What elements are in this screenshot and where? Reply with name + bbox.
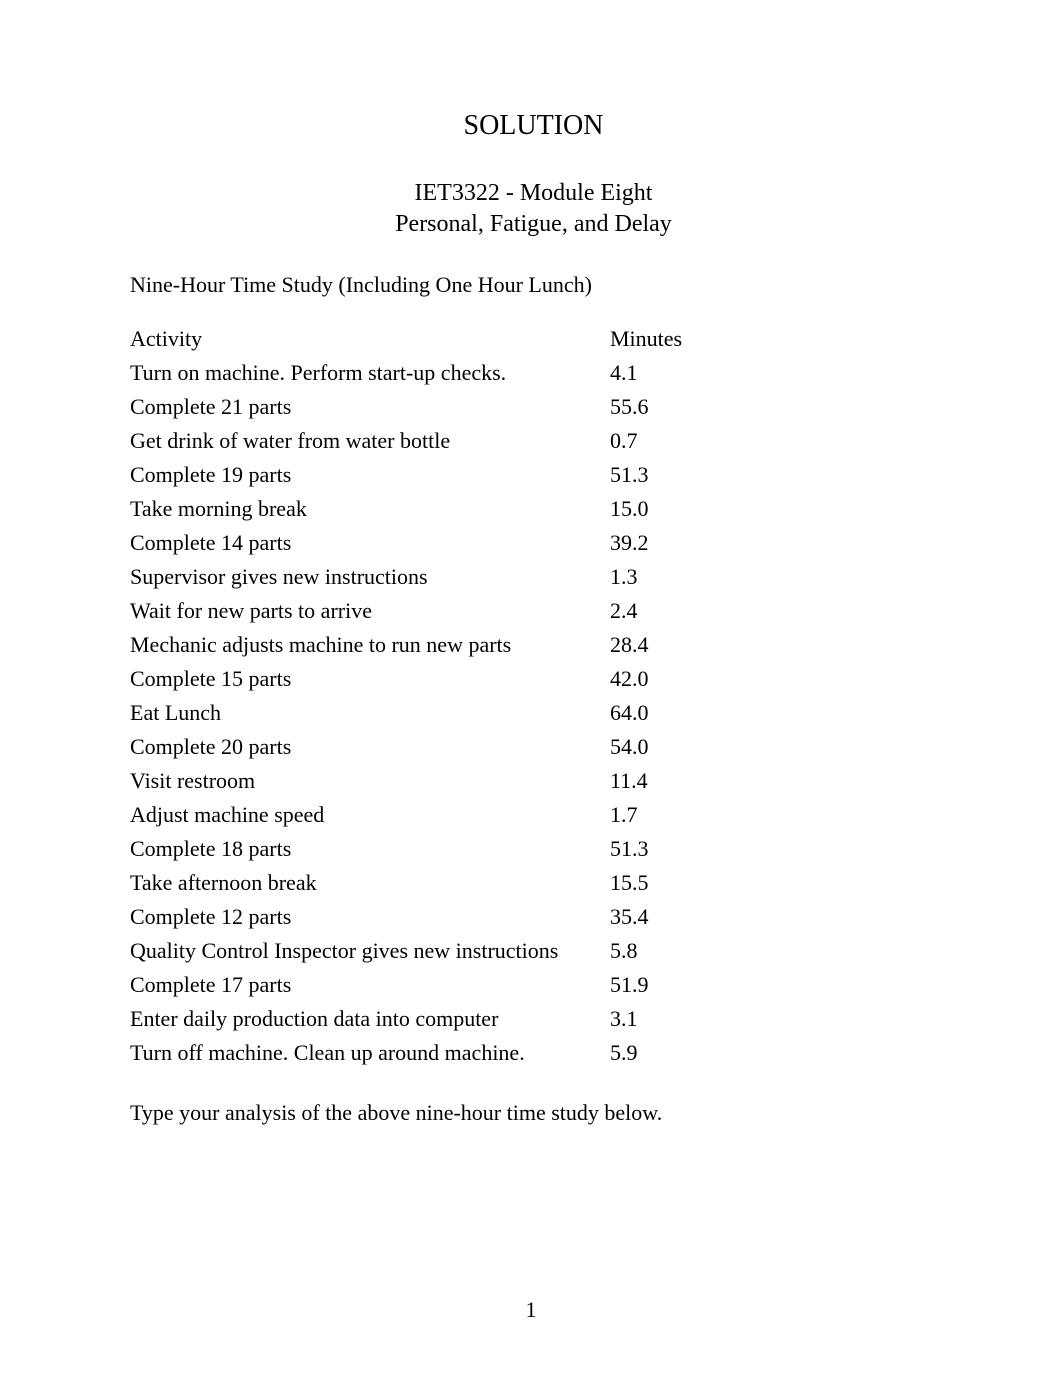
- activity-cell: Turn off machine. Clean up around machin…: [130, 1036, 610, 1070]
- activity-cell: Wait for new parts to arrive: [130, 594, 610, 628]
- minutes-cell: 15.0: [610, 492, 696, 526]
- table-row: Take morning break15.0: [130, 492, 696, 526]
- header-activity: Activity: [130, 322, 610, 356]
- activity-cell: Supervisor gives new instructions: [130, 560, 610, 594]
- activity-cell: Complete 18 parts: [130, 832, 610, 866]
- minutes-cell: 4.1: [610, 356, 696, 390]
- table-row: Quality Control Inspector gives new inst…: [130, 934, 696, 968]
- activity-cell: Complete 17 parts: [130, 968, 610, 1002]
- activity-cell: Complete 19 parts: [130, 458, 610, 492]
- table-row: Complete 21 parts55.6: [130, 390, 696, 424]
- table-row: Eat Lunch64.0: [130, 696, 696, 730]
- table-row: Complete 12 parts35.4: [130, 900, 696, 934]
- course-line: IET3322 - Module Eight: [130, 178, 937, 209]
- minutes-cell: 11.4: [610, 764, 696, 798]
- activity-cell: Mechanic adjusts machine to run new part…: [130, 628, 610, 662]
- minutes-cell: 64.0: [610, 696, 696, 730]
- activity-cell: Take afternoon break: [130, 866, 610, 900]
- minutes-cell: 15.5: [610, 866, 696, 900]
- header-minutes: Minutes: [610, 322, 696, 356]
- table-row: Visit restroom11.4: [130, 764, 696, 798]
- minutes-cell: 54.0: [610, 730, 696, 764]
- minutes-cell: 42.0: [610, 662, 696, 696]
- table-header-row: Activity Minutes: [130, 322, 696, 356]
- table-row: Complete 15 parts42.0: [130, 662, 696, 696]
- table-row: Mechanic adjusts machine to run new part…: [130, 628, 696, 662]
- minutes-cell: 39.2: [610, 526, 696, 560]
- minutes-cell: 51.3: [610, 832, 696, 866]
- table-row: Turn off machine. Clean up around machin…: [130, 1036, 696, 1070]
- minutes-cell: 0.7: [610, 424, 696, 458]
- table-row: Complete 18 parts51.3: [130, 832, 696, 866]
- activity-cell: Enter daily production data into compute…: [130, 1002, 610, 1036]
- solution-title: SOLUTION: [130, 110, 937, 142]
- table-row: Complete 17 parts51.9: [130, 968, 696, 1002]
- table-row: Take afternoon break15.5: [130, 866, 696, 900]
- instruction-text: Type your analysis of the above nine-hou…: [130, 1100, 937, 1126]
- minutes-cell: 28.4: [610, 628, 696, 662]
- time-study-table: Activity Minutes Turn on machine. Perfor…: [130, 322, 696, 1070]
- table-row: Complete 20 parts54.0: [130, 730, 696, 764]
- minutes-cell: 5.9: [610, 1036, 696, 1070]
- minutes-cell: 51.3: [610, 458, 696, 492]
- table-row: Adjust machine speed1.7: [130, 798, 696, 832]
- section-heading: Nine-Hour Time Study (Including One Hour…: [130, 272, 937, 298]
- subtitle-line: Personal, Fatigue, and Delay: [130, 209, 937, 240]
- minutes-cell: 51.9: [610, 968, 696, 1002]
- table-row: Get drink of water from water bottle0.7: [130, 424, 696, 458]
- activity-cell: Complete 21 parts: [130, 390, 610, 424]
- table-row: Complete 14 parts39.2: [130, 526, 696, 560]
- activity-cell: Complete 15 parts: [130, 662, 610, 696]
- table-row: Turn on machine. Perform start-up checks…: [130, 356, 696, 390]
- minutes-cell: 35.4: [610, 900, 696, 934]
- minutes-cell: 2.4: [610, 594, 696, 628]
- minutes-cell: 3.1: [610, 1002, 696, 1036]
- page-number: 1: [0, 1297, 1062, 1323]
- table-row: Enter daily production data into compute…: [130, 1002, 696, 1036]
- activity-cell: Quality Control Inspector gives new inst…: [130, 934, 610, 968]
- activity-cell: Get drink of water from water bottle: [130, 424, 610, 458]
- activity-cell: Complete 20 parts: [130, 730, 610, 764]
- activity-cell: Adjust machine speed: [130, 798, 610, 832]
- activity-cell: Visit restroom: [130, 764, 610, 798]
- table-row: Supervisor gives new instructions1.3: [130, 560, 696, 594]
- activity-cell: Complete 12 parts: [130, 900, 610, 934]
- activity-cell: Eat Lunch: [130, 696, 610, 730]
- minutes-cell: 55.6: [610, 390, 696, 424]
- table-row: Wait for new parts to arrive2.4: [130, 594, 696, 628]
- document-page: SOLUTION IET3322 - Module Eight Personal…: [0, 0, 1062, 1126]
- minutes-cell: 5.8: [610, 934, 696, 968]
- minutes-cell: 1.3: [610, 560, 696, 594]
- table-row: Complete 19 parts51.3: [130, 458, 696, 492]
- activity-cell: Take morning break: [130, 492, 610, 526]
- activity-cell: Turn on machine. Perform start-up checks…: [130, 356, 610, 390]
- activity-cell: Complete 14 parts: [130, 526, 610, 560]
- minutes-cell: 1.7: [610, 798, 696, 832]
